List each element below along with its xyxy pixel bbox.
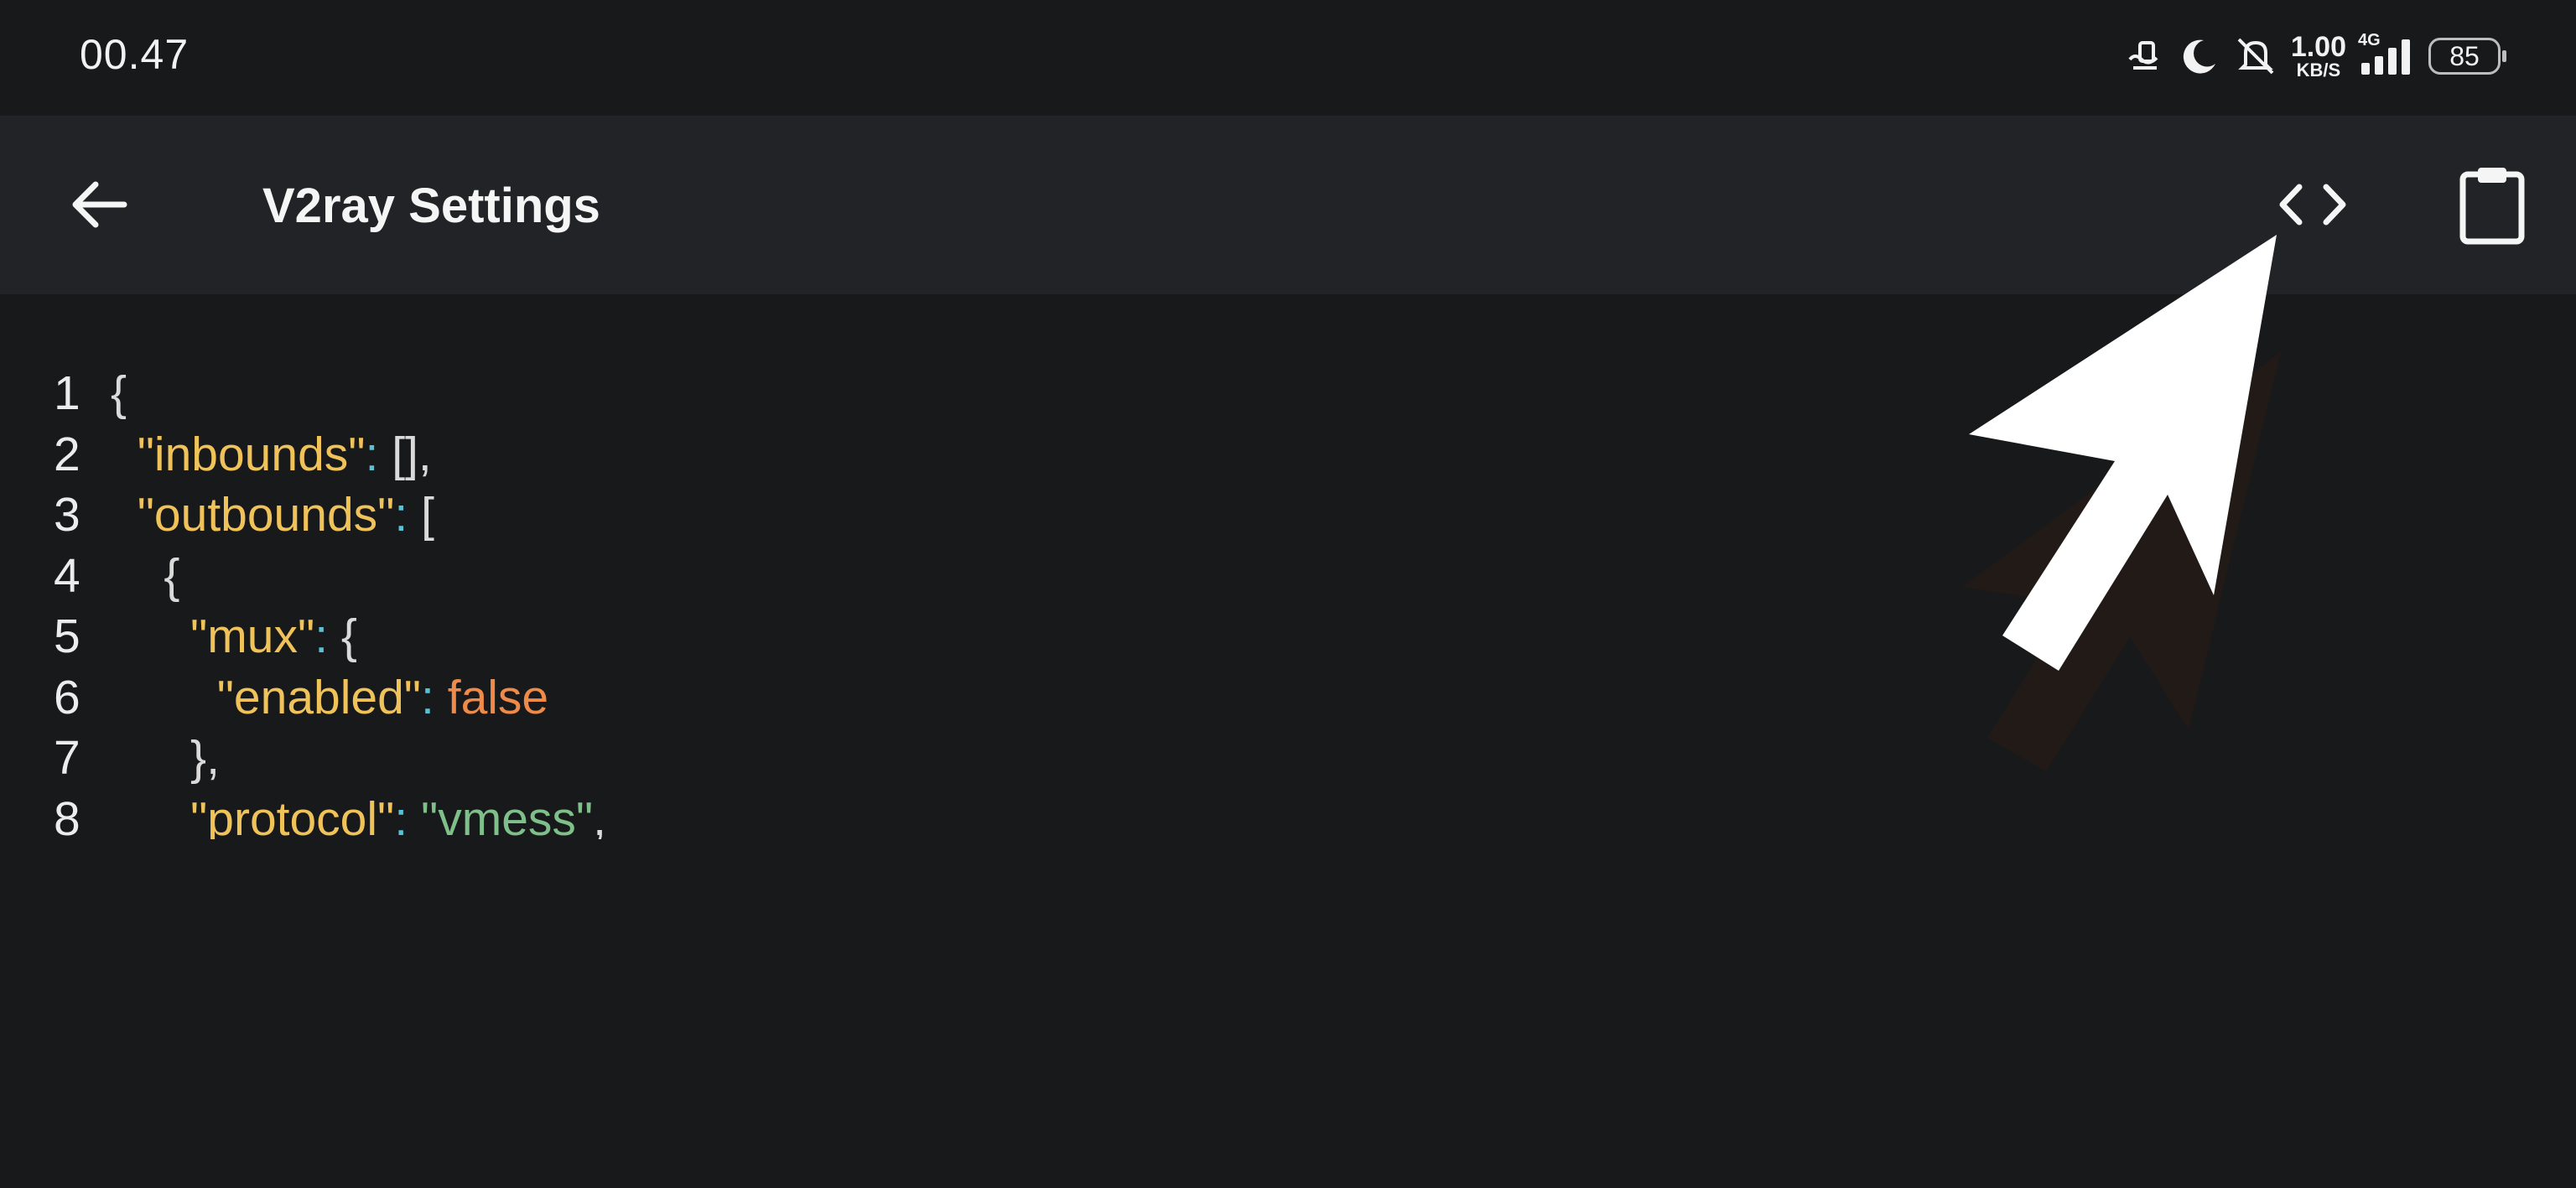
code-view-button[interactable] <box>2264 156 2361 253</box>
code-token: "protocol" <box>190 791 395 840</box>
code-line[interactable]: 1{ <box>0 363 2576 424</box>
code-token: : <box>421 670 448 724</box>
code-token: }, <box>190 731 220 785</box>
app-bar: V2ray Settings <box>0 116 2576 294</box>
code-token: "inbounds" <box>137 427 366 481</box>
arrow-left-icon <box>72 181 127 228</box>
code-line[interactable]: 2 "inbounds": [], <box>0 424 2576 485</box>
clipboard-button[interactable] <box>2444 156 2541 253</box>
code-token: { <box>164 548 180 603</box>
line-code: { <box>111 363 127 424</box>
back-button[interactable] <box>50 156 148 253</box>
code-token: : <box>365 427 392 481</box>
code-token: "vmess" <box>420 791 594 840</box>
code-token: : <box>394 791 421 840</box>
code-line[interactable]: 3 "outbounds": [ <box>0 485 2576 546</box>
code-line[interactable]: 6 "enabled": false <box>0 667 2576 729</box>
code-line[interactable]: 5 "mux": { <box>0 606 2576 667</box>
line-code: }, <box>111 728 220 789</box>
line-code: "inbounds": [], <box>111 424 432 485</box>
code-token: { <box>111 366 127 420</box>
net-speed-value: 1.00 <box>2290 31 2346 63</box>
net-speed-unit: KB/S <box>2296 60 2341 80</box>
code-token: "enabled" <box>216 670 422 724</box>
code-token: false <box>447 670 549 724</box>
code-token: , <box>593 791 606 840</box>
app-notification-icon <box>2123 34 2167 78</box>
status-time: 00.47 <box>80 31 190 78</box>
line-code: "mux": { <box>111 606 357 667</box>
code-token: [ <box>421 488 434 542</box>
code-token: "mux" <box>190 610 315 663</box>
line-code: "protocol": "vmess", <box>111 789 606 840</box>
code-token: [], <box>392 427 432 481</box>
battery-level: 85 <box>2449 40 2480 71</box>
page-title: V2ray Settings <box>262 179 600 233</box>
code-token: : <box>314 610 341 663</box>
status-bar: 00.47 1.00 KB/S 4G 85 <box>0 0 2576 116</box>
mute-icon <box>2232 33 2279 80</box>
battery-icon: 85 <box>2428 38 2506 75</box>
code-token: { <box>340 610 357 663</box>
code-token: : <box>394 488 422 542</box>
code-line[interactable]: 7 }, <box>0 728 2576 789</box>
network-type: 4G <box>2358 31 2381 49</box>
code-line[interactable]: 8 "protocol": "vmess", <box>0 789 2576 840</box>
line-code: "enabled": false <box>111 667 548 729</box>
json-editor[interactable]: 1{2 "inbounds": [], 3 "outbounds": [4 {5 … <box>0 294 2576 1129</box>
moon-icon <box>2179 35 2220 77</box>
line-code: "outbounds": [ <box>111 485 434 546</box>
line-code: { <box>111 546 179 607</box>
clipboard-icon <box>2459 168 2525 245</box>
code-view[interactable]: 1{2 "inbounds": [], 3 "outbounds": [4 {5 … <box>0 363 2576 839</box>
code-token: "outbounds" <box>137 488 395 542</box>
status-icons: 1.00 KB/S 4G 85 <box>2123 27 2506 86</box>
code-line[interactable]: 4 { <box>0 546 2576 607</box>
net-speed: 1.00 KB/S <box>2291 33 2346 80</box>
code-brackets-icon <box>2279 184 2346 226</box>
signal-icon: 4G <box>2358 31 2417 76</box>
